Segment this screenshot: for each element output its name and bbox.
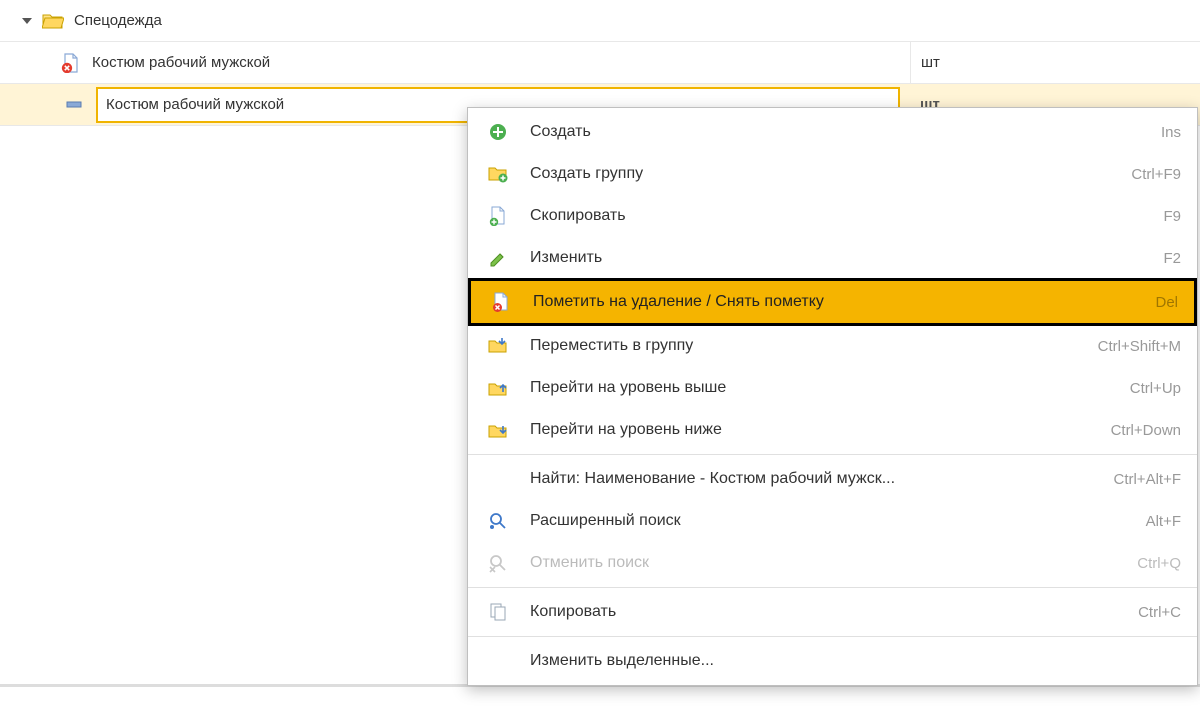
menu-label: Изменить — [530, 249, 1163, 267]
menu-shortcut: Ins — [1161, 124, 1181, 141]
menu-shortcut: Ctrl+C — [1138, 604, 1181, 621]
page-delete-icon — [489, 290, 513, 314]
tree-group-row[interactable]: Спецодежда — [0, 0, 1200, 42]
page-add-icon — [486, 204, 510, 228]
menu-shortcut: F2 — [1163, 250, 1181, 267]
folder-open-icon — [42, 10, 64, 32]
menu-shortcut: Ctrl+Q — [1137, 555, 1181, 572]
folder-down-icon — [486, 418, 510, 442]
blank-icon — [486, 649, 510, 673]
menu-move-to-group[interactable]: Переместить в группу Ctrl+Shift+M — [468, 325, 1197, 367]
menu-copy-item[interactable]: Скопировать F9 — [468, 195, 1197, 237]
menu-label: Скопировать — [530, 207, 1163, 225]
menu-advanced-find[interactable]: Расширенный поиск Alt+F — [468, 500, 1197, 542]
folder-move-icon — [486, 334, 510, 358]
menu-shortcut: Ctrl+Up — [1130, 380, 1181, 397]
menu-label: Найти: Наименование - Костюм рабочий муж… — [530, 470, 1113, 488]
menu-label: Создать группу — [530, 165, 1131, 183]
menu-shortcut: Del — [1155, 294, 1178, 311]
menu-find[interactable]: Найти: Наименование - Костюм рабочий муж… — [468, 458, 1197, 500]
menu-label: Изменить выделенные... — [530, 652, 1181, 670]
menu-mark-delete[interactable]: Пометить на удаление / Снять пометку Del — [468, 278, 1197, 326]
search-cancel-icon — [486, 551, 510, 575]
menu-cancel-find: Отменить поиск Ctrl+Q — [468, 542, 1197, 584]
chevron-down-icon[interactable] — [22, 18, 32, 24]
menu-label: Создать — [530, 123, 1161, 141]
menu-shortcut: Ctrl+Shift+M — [1098, 338, 1181, 355]
tree-item-row-deleted[interactable]: Костюм рабочий мужской шт — [0, 42, 1200, 84]
menu-shortcut: Alt+F — [1146, 513, 1181, 530]
add-icon — [486, 120, 510, 144]
menu-separator — [468, 636, 1197, 637]
menu-label: Копировать — [530, 603, 1138, 621]
folder-add-icon — [486, 162, 510, 186]
copy-icon — [486, 600, 510, 624]
menu-edit-selected[interactable]: Изменить выделенные... — [468, 640, 1197, 682]
menu-separator — [468, 454, 1197, 455]
menu-clipboard-copy[interactable]: Копировать Ctrl+C — [468, 591, 1197, 633]
tree-group-label: Спецодежда — [74, 12, 162, 29]
menu-edit[interactable]: Изменить F2 — [468, 237, 1197, 279]
item-icon — [64, 94, 86, 116]
menu-label: Перейти на уровень ниже — [530, 421, 1111, 439]
menu-create-group[interactable]: Создать группу Ctrl+F9 — [468, 153, 1197, 195]
menu-label: Переместить в группу — [530, 337, 1098, 355]
folder-up-icon — [486, 376, 510, 400]
tree-item-label: Костюм рабочий мужской — [92, 54, 270, 71]
pencil-icon — [486, 246, 510, 270]
page-delete-icon — [60, 52, 82, 74]
menu-separator — [468, 587, 1197, 588]
menu-label: Расширенный поиск — [530, 512, 1146, 530]
menu-shortcut: Ctrl+F9 — [1131, 166, 1181, 183]
menu-level-down[interactable]: Перейти на уровень ниже Ctrl+Down — [468, 409, 1197, 451]
menu-shortcut: Ctrl+Alt+F — [1113, 471, 1181, 488]
menu-shortcut: Ctrl+Down — [1111, 422, 1181, 439]
menu-level-up[interactable]: Перейти на уровень выше Ctrl+Up — [468, 367, 1197, 409]
search-icon — [486, 509, 510, 533]
menu-label: Пометить на удаление / Снять пометку — [533, 293, 1155, 311]
context-menu: Создать Ins Создать группу Ctrl+F9 Скопи… — [467, 107, 1198, 686]
menu-label: Отменить поиск — [530, 554, 1137, 572]
menu-create[interactable]: Создать Ins — [468, 111, 1197, 153]
tree-item-unit: шт — [910, 42, 1200, 83]
menu-shortcut: F9 — [1163, 208, 1181, 225]
blank-icon — [486, 467, 510, 491]
menu-label: Перейти на уровень выше — [530, 379, 1130, 397]
